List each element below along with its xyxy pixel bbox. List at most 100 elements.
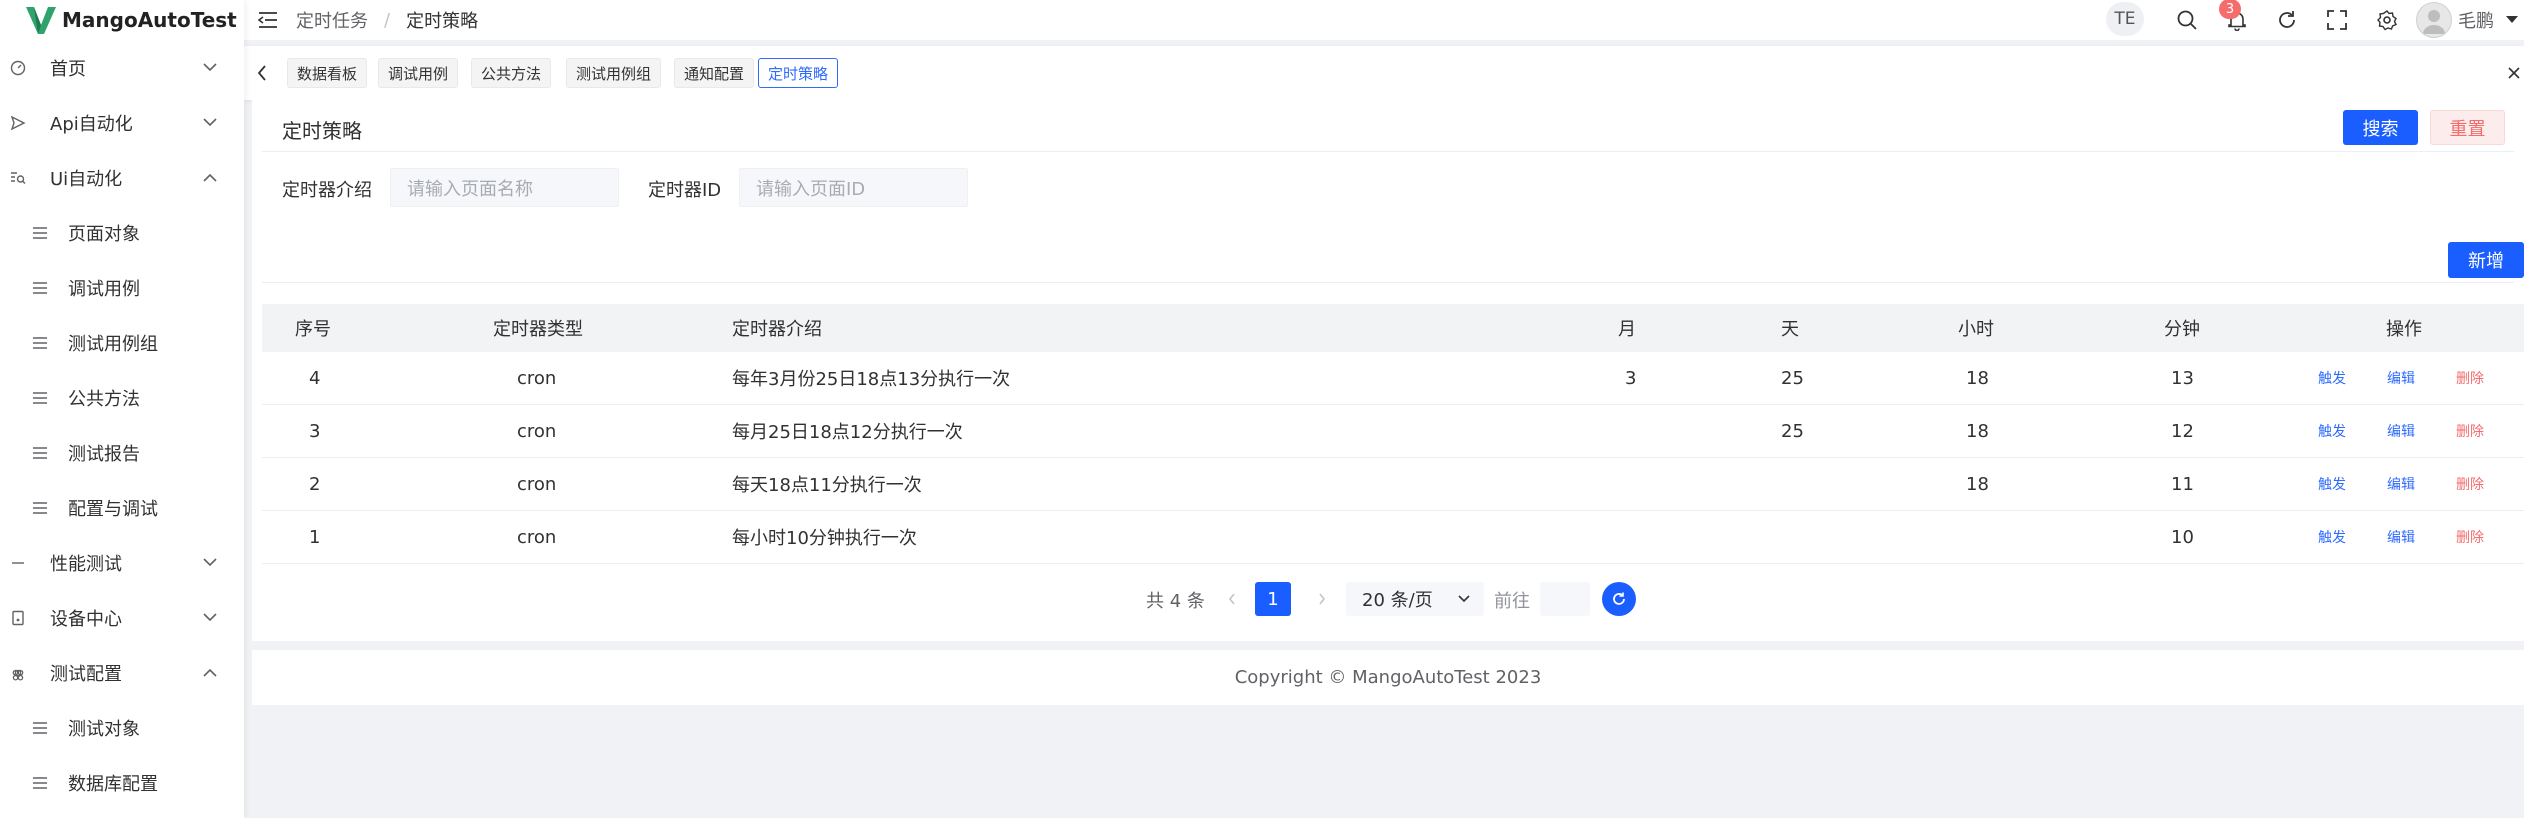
copyright-text: Copyright © MangoAutoTest 2023 bbox=[1234, 667, 1542, 688]
list-icon bbox=[32, 445, 48, 461]
sidebar-subitem[interactable]: 调试用例 bbox=[0, 260, 244, 315]
logo-icon bbox=[24, 3, 58, 37]
pagination-jump-input[interactable] bbox=[1540, 582, 1590, 616]
cell-index: 4 bbox=[309, 367, 321, 389]
sidebar-subitem-label: 测试对象 bbox=[68, 718, 140, 740]
sidebar-subitem[interactable]: 测试用例组 bbox=[0, 315, 244, 370]
column-header-actions: 操作 bbox=[2386, 319, 2422, 340]
close-icon[interactable] bbox=[2504, 63, 2524, 83]
delete-button[interactable]: 删除 bbox=[2456, 458, 2484, 510]
sidebar-subitem[interactable]: 公共方法 bbox=[0, 370, 244, 425]
pagination: 共 4 条 1 20 条/页 前往 bbox=[252, 582, 2524, 616]
tab-4[interactable]: 通知配置 bbox=[674, 58, 755, 88]
sidebar-subitem[interactable]: 数据库配置 bbox=[0, 755, 244, 810]
cell-intro: 每年3月份25日18点13分执行一次 bbox=[732, 369, 1011, 390]
cell-day: 25 bbox=[1781, 420, 1804, 442]
minus-icon bbox=[8, 553, 28, 573]
logo[interactable]: MangoAutoTest bbox=[0, 0, 244, 40]
sidebar-item-1[interactable]: Api自动化 bbox=[0, 95, 244, 150]
search-icon[interactable] bbox=[2174, 7, 2200, 33]
caret-down-icon[interactable] bbox=[2504, 12, 2520, 28]
cell-minute: 12 bbox=[2171, 420, 2194, 442]
trigger-button[interactable]: 触发 bbox=[2318, 458, 2346, 510]
footer: Copyright © MangoAutoTest 2023 bbox=[252, 650, 2524, 705]
tab-5[interactable]: 定时策略 bbox=[758, 58, 839, 88]
trigger-button[interactable]: 触发 bbox=[2318, 405, 2346, 457]
pagination-page-current[interactable]: 1 bbox=[1255, 582, 1291, 616]
tab-0[interactable]: 数据看板 bbox=[287, 58, 368, 88]
chevron-left-icon[interactable] bbox=[1224, 591, 1240, 607]
sidebar-subitem[interactable]: 测试报告 bbox=[0, 425, 244, 480]
edit-button[interactable]: 编辑 bbox=[2387, 511, 2415, 563]
chevron-up-icon bbox=[202, 170, 218, 186]
delete-button[interactable]: 删除 bbox=[2456, 405, 2484, 457]
user-name[interactable]: 毛鹏 bbox=[2458, 7, 2494, 33]
cell-minute: 10 bbox=[2171, 526, 2194, 548]
tab-3[interactable]: 测试用例组 bbox=[566, 58, 662, 88]
sidebar-subitem-label: 调试用例 bbox=[68, 278, 140, 300]
sidebar-item-5[interactable]: 测试配置 bbox=[0, 645, 244, 700]
tags-bar: 数据看板 调试用例 公共方法 测试用例组 通知配置 定时策略 bbox=[244, 45, 2524, 100]
sidebar-item-2[interactable]: Ui自动化 bbox=[0, 150, 244, 205]
trigger-button[interactable]: 触发 bbox=[2318, 511, 2346, 563]
page-size-select[interactable]: 20 条/页 bbox=[1346, 582, 1484, 616]
sidebar-menu: 首页 Api自动化 Ui自动化页面对象调试用例测试用例组 公共方法 测试报告配置与调试性… bbox=[0, 40, 244, 810]
collapse-menu-icon[interactable] bbox=[256, 8, 280, 32]
sidebar-subitem-label: 配置与调试 bbox=[68, 498, 158, 520]
edit-button[interactable]: 编辑 bbox=[2387, 405, 2415, 457]
column-header-day: 天 bbox=[1781, 319, 1799, 340]
timer-id-input[interactable]: 请输入页面ID bbox=[739, 168, 968, 207]
dashboard-icon bbox=[8, 58, 28, 78]
sidebar-subitem[interactable]: 页面对象 bbox=[0, 205, 244, 260]
cell-month: 3 bbox=[1625, 367, 1637, 389]
logo-text: MangoAutoTest bbox=[62, 8, 237, 32]
sidebar-item-label: 测试配置 bbox=[50, 663, 122, 685]
table-body: 4 cron 每年3月份25日18点13分执行一次 3 25 18 13 触发 编辑 删除 3 cro… bbox=[262, 352, 2524, 564]
delete-button[interactable]: 删除 bbox=[2456, 352, 2484, 404]
timer-id-label: 定时器ID bbox=[648, 180, 722, 201]
refresh-icon[interactable] bbox=[1602, 582, 1636, 616]
edit-button[interactable]: 编辑 bbox=[2387, 352, 2415, 404]
list-icon bbox=[32, 775, 48, 791]
command-icon bbox=[8, 663, 28, 683]
sidebar-item-0[interactable]: 首页 bbox=[0, 40, 244, 95]
list-icon bbox=[32, 720, 48, 736]
tab-2[interactable]: 公共方法 bbox=[471, 58, 552, 88]
main-card: 定时策略 搜索 重置 定时器介绍 请输入页面名称 定时器ID 请输入页面ID 新… bbox=[252, 99, 2524, 641]
sidebar-subitem[interactable]: 配置与调试 bbox=[0, 480, 244, 535]
chevron-down-icon bbox=[202, 555, 218, 571]
sidebar-item-label: 首页 bbox=[50, 58, 86, 80]
trigger-button[interactable]: 触发 bbox=[2318, 352, 2346, 404]
edit-button[interactable]: 编辑 bbox=[2387, 458, 2415, 510]
sidebar-item-4[interactable]: 设备中心 bbox=[0, 590, 244, 645]
cell-day: 25 bbox=[1781, 367, 1804, 389]
refresh-icon[interactable] bbox=[2274, 7, 2300, 33]
chevron-left-icon[interactable] bbox=[252, 63, 272, 83]
avatar[interactable] bbox=[2416, 2, 2452, 38]
sidebar-subitem[interactable]: 测试对象 bbox=[0, 700, 244, 755]
breadcrumb-item-parent[interactable]: 定时任务 bbox=[296, 7, 368, 33]
chevron-right-icon[interactable] bbox=[1314, 591, 1330, 607]
top-header: 定时任务 / 定时策略 TE 3 毛鹏 bbox=[244, 0, 2524, 40]
reset-button[interactable]: 重置 bbox=[2430, 110, 2505, 145]
breadcrumb-item-current: 定时策略 bbox=[406, 11, 479, 32]
delete-button[interactable]: 删除 bbox=[2456, 511, 2484, 563]
timer-intro-input[interactable]: 请输入页面名称 bbox=[390, 168, 619, 207]
list-icon bbox=[32, 335, 48, 351]
add-button[interactable]: 新增 bbox=[2448, 242, 2524, 278]
sidebar-subitem-label: 页面对象 bbox=[68, 223, 140, 245]
gear-icon[interactable] bbox=[2374, 7, 2400, 33]
list-icon bbox=[32, 280, 48, 296]
notification-badge: 3 bbox=[2219, 0, 2241, 19]
table-row: 2 cron 每天18点11分执行一次 18 11 触发 编辑 删除 bbox=[262, 458, 2524, 511]
tab-1[interactable]: 调试用例 bbox=[378, 58, 459, 88]
list-icon bbox=[32, 225, 48, 241]
column-header-month: 月 bbox=[1618, 319, 1636, 340]
language-switch-button[interactable]: TE bbox=[2106, 2, 2144, 36]
sidebar-item-label: 设备中心 bbox=[50, 608, 122, 630]
fullscreen-icon[interactable] bbox=[2324, 7, 2350, 33]
sidebar-item-3[interactable]: 性能测试 bbox=[0, 535, 244, 590]
search-button[interactable]: 搜索 bbox=[2343, 110, 2418, 145]
timer-intro-label: 定时器介绍 bbox=[282, 180, 372, 201]
sidebar-subitem-label: 数据库配置 bbox=[68, 773, 158, 795]
